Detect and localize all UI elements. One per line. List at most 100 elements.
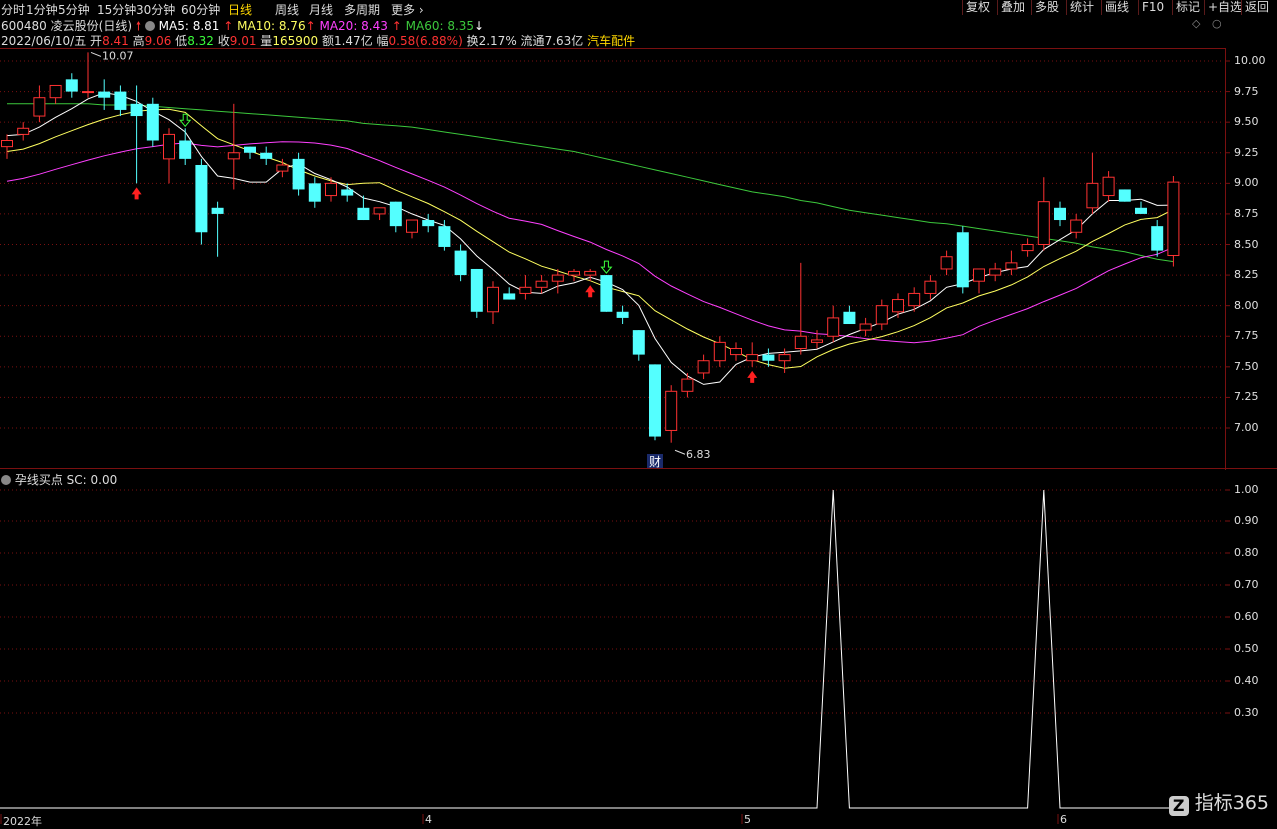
- candle-body: [908, 292, 921, 307]
- candle[interactable]: [1086, 152, 1099, 214]
- candle[interactable]: [665, 385, 678, 443]
- candle[interactable]: [746, 342, 759, 367]
- candle-body: [892, 299, 904, 313]
- candle-body: [1151, 226, 1164, 251]
- candle[interactable]: [535, 275, 548, 294]
- candle[interactable]: [65, 73, 78, 98]
- candle-body: [519, 286, 532, 294]
- candle[interactable]: [82, 52, 94, 98]
- candle[interactable]: [632, 330, 645, 361]
- candle[interactable]: [454, 244, 467, 282]
- candle[interactable]: [989, 262, 1002, 282]
- candle[interactable]: [33, 85, 46, 123]
- candle[interactable]: [487, 281, 499, 325]
- candle-body: [406, 219, 418, 233]
- candle[interactable]: [438, 220, 451, 251]
- candle[interactable]: [1021, 238, 1034, 257]
- candle[interactable]: [244, 146, 256, 159]
- candle[interactable]: [892, 293, 904, 318]
- candle[interactable]: [211, 201, 224, 257]
- candle[interactable]: [649, 364, 661, 441]
- candle[interactable]: [146, 97, 159, 147]
- candle-body: [649, 364, 661, 437]
- candle[interactable]: [1102, 171, 1115, 202]
- candle[interactable]: [1, 134, 13, 159]
- candle[interactable]: [49, 84, 62, 104]
- candle[interactable]: [1151, 220, 1164, 257]
- candle[interactable]: [600, 275, 613, 312]
- candle[interactable]: [713, 336, 726, 367]
- price-tick-label: 8.50: [1234, 237, 1259, 251]
- candle-body: [1037, 201, 1050, 245]
- candle-body: [616, 311, 629, 318]
- candle-body: [697, 360, 710, 374]
- price-tick-label: 9.25: [1234, 145, 1259, 159]
- candle[interactable]: [924, 275, 937, 300]
- candle-body: [1021, 244, 1034, 252]
- candle-body: [195, 164, 208, 233]
- buy-arrow-icon: [747, 370, 758, 383]
- candle[interactable]: [908, 287, 921, 312]
- candle[interactable]: [681, 372, 694, 398]
- candle[interactable]: [794, 262, 807, 355]
- candle[interactable]: [406, 219, 418, 239]
- candle-body: [1054, 207, 1066, 221]
- candle[interactable]: [519, 275, 532, 300]
- candle[interactable]: [1167, 175, 1180, 267]
- indicator-tick-label: 0.30: [1234, 706, 1259, 719]
- candle-body: [49, 84, 62, 99]
- candle[interactable]: [616, 305, 629, 325]
- candle[interactable]: [1037, 177, 1050, 251]
- high-price-label: 10.07: [102, 49, 134, 62]
- candle[interactable]: [195, 158, 208, 245]
- candle[interactable]: [341, 183, 354, 202]
- candle[interactable]: [470, 268, 483, 318]
- candle[interactable]: [762, 348, 775, 367]
- candle[interactable]: [1070, 213, 1083, 239]
- candle[interactable]: [827, 305, 840, 343]
- candle[interactable]: [114, 85, 127, 117]
- candle[interactable]: [940, 250, 953, 276]
- indicator-tick-label: 0.90: [1234, 514, 1259, 527]
- candle[interactable]: [730, 342, 742, 361]
- candle-body: [811, 339, 823, 343]
- candle[interactable]: [843, 305, 856, 325]
- candle[interactable]: [373, 207, 386, 221]
- candle[interactable]: [568, 268, 580, 282]
- candle[interactable]: [1054, 201, 1066, 227]
- candle-body: [276, 164, 289, 172]
- candle[interactable]: [973, 268, 985, 294]
- candle[interactable]: [389, 201, 402, 233]
- candle-body: [632, 330, 645, 355]
- z-logo-icon: Z: [1168, 796, 1189, 816]
- price-tick-label: 7.00: [1234, 421, 1259, 434]
- candle[interactable]: [859, 317, 872, 337]
- candle[interactable]: [1118, 189, 1131, 202]
- candle[interactable]: [179, 128, 192, 165]
- candle[interactable]: [1135, 201, 1147, 214]
- candle-body: [1167, 181, 1180, 257]
- candle[interactable]: [260, 146, 273, 165]
- candle-body: [325, 182, 337, 197]
- candle[interactable]: [956, 226, 969, 294]
- candle[interactable]: [163, 128, 175, 184]
- candle[interactable]: [503, 287, 516, 300]
- x-axis-label: 2022年: [3, 815, 42, 828]
- candle-body: [843, 311, 856, 325]
- candle-body: [1005, 262, 1018, 270]
- candle[interactable]: [422, 213, 435, 233]
- candle[interactable]: [17, 122, 30, 141]
- candle[interactable]: [292, 152, 305, 196]
- candle[interactable]: [875, 299, 888, 331]
- candle[interactable]: [1005, 250, 1018, 276]
- candle[interactable]: [697, 354, 710, 380]
- low-price-label: 6.83: [686, 448, 711, 461]
- candle-chart[interactable]: 10.07 6.83 财: [0, 0, 1277, 470]
- candle-body: [341, 189, 354, 196]
- sell-arrow-icon: [179, 113, 192, 128]
- indicator-chart[interactable]: [0, 470, 1277, 824]
- candle-body: [244, 146, 256, 153]
- watermark-logo: Z 指标365: [1168, 788, 1269, 816]
- candle-body: [308, 183, 321, 202]
- candle[interactable]: [308, 177, 321, 208]
